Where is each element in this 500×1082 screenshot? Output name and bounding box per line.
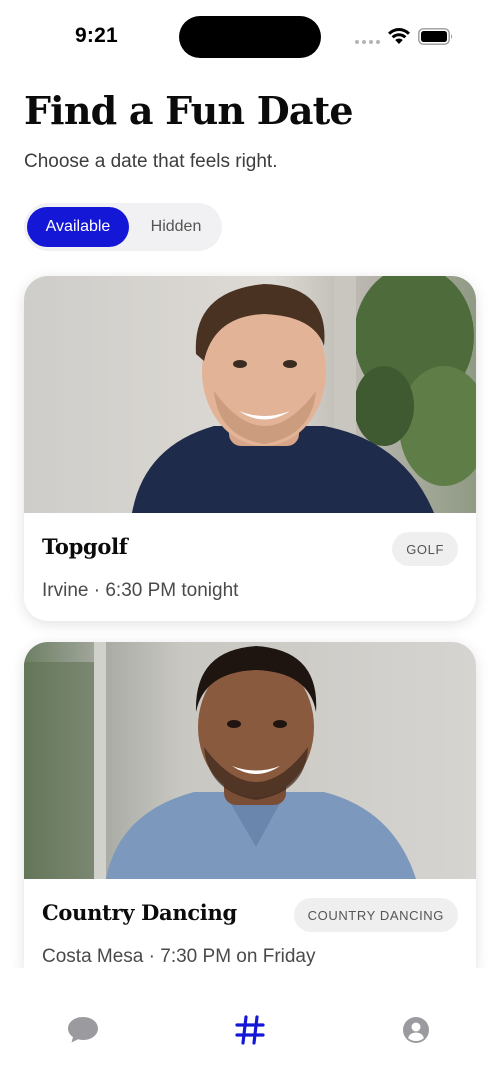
date-card[interactable]: Country Dancing COUNTRY DANCING Costa Me…	[24, 642, 476, 987]
man-blue-shirt-icon	[24, 642, 476, 879]
status-time: 9:21	[75, 24, 118, 47]
availability-segmented-control: Available Hidden	[24, 203, 222, 251]
page-title: Find a Fun Date	[24, 88, 354, 133]
card-title: Country Dancing	[42, 900, 237, 925]
tab-dates[interactable]	[230, 1012, 270, 1048]
battery-icon	[418, 28, 453, 45]
tab-messages[interactable]	[63, 1012, 103, 1048]
dynamic-island	[179, 16, 321, 58]
tab-available[interactable]: Available	[27, 207, 129, 247]
page-subtitle: Choose a date that feels right.	[24, 151, 278, 172]
bottom-tab-bar	[0, 968, 500, 1082]
date-card[interactable]: Topgolf GOLF Irvine · 6:30 PM tonight	[24, 276, 476, 621]
tab-hidden[interactable]: Hidden	[132, 207, 220, 247]
card-location-time: Costa Mesa · 7:30 PM on Friday	[42, 946, 316, 967]
status-bar: 9:21	[0, 0, 500, 70]
category-tag: GOLF	[392, 532, 458, 566]
wifi-icon	[388, 28, 410, 44]
card-title: Topgolf	[42, 534, 128, 559]
chat-bubble-icon	[68, 1017, 98, 1043]
cellular-signal-icon	[355, 40, 380, 44]
category-tag: COUNTRY DANCING	[293, 898, 458, 932]
tab-profile[interactable]	[396, 1012, 436, 1048]
hashtag-icon	[235, 1015, 265, 1045]
man-dark-sweater-icon	[24, 276, 476, 513]
card-location-time: Irvine · 6:30 PM tonight	[42, 580, 239, 601]
profile-icon	[403, 1017, 429, 1043]
